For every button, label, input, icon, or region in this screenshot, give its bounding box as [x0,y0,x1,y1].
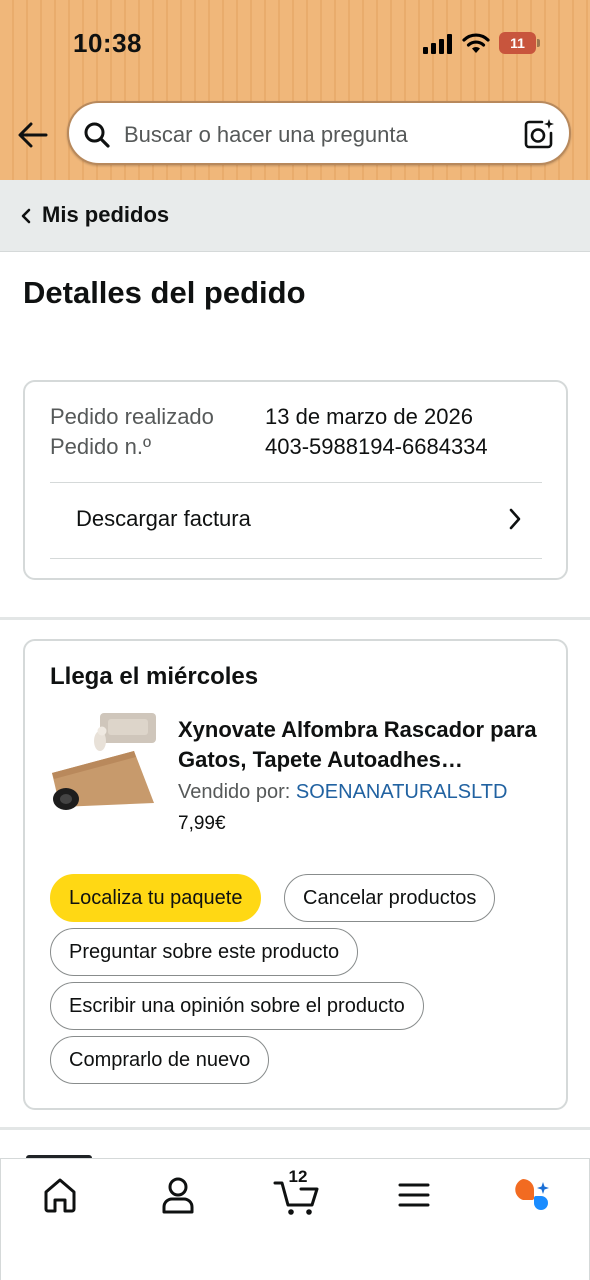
account-icon[interactable] [154,1173,202,1217]
cart-count-badge: 12 [288,1167,308,1186]
chevron-right-icon [509,508,521,530]
download-invoice-row[interactable]: Descargar factura [50,482,542,558]
menu-icon[interactable] [390,1173,438,1217]
seller-line: Vendido por: SOENANATURALSLTD [178,781,507,804]
cancel-items-button[interactable]: Cancelar productos [284,874,496,922]
product-image[interactable] [50,711,158,819]
bottom-navigation: 12 [0,1158,590,1280]
home-icon[interactable] [36,1173,84,1217]
cart-button[interactable]: 12 [271,1167,323,1217]
search-input[interactable]: Buscar o hacer una pregunta [124,122,408,148]
camera-search-icon[interactable] [523,118,555,150]
arrival-heading: Llega el miércoles [50,663,259,690]
app-header: 10:38 11 Buscar o hacer una pregunta [0,0,590,180]
search-bar[interactable]: Buscar o hacer una pregunta [67,101,571,165]
battery-level: 11 [510,35,525,51]
search-icon [84,122,110,148]
download-invoice-label: Descargar factura [76,506,251,531]
track-package-button[interactable]: Localiza tu paquete [50,874,262,922]
ask-product-question-button[interactable]: Preguntar sobre este producto [50,928,359,976]
section-separator [0,1127,590,1130]
status-bar: 10:38 11 [0,0,590,90]
breadcrumb[interactable]: Mis pedidos [0,180,590,252]
order-number-value: 403-5988194-6684334 [265,434,488,459]
buy-again-button[interactable]: Comprarlo de nuevo [50,1036,270,1084]
divider [50,558,542,559]
section-separator [0,617,590,620]
order-placed-value: 13 de marzo de 2026 [265,404,473,429]
seller-link[interactable]: SOENANATURALSLTD [296,781,508,803]
cellular-signal-icon [423,34,452,54]
page-title: Detalles del pedido [23,275,306,310]
status-time: 10:38 [73,28,142,58]
back-arrow-icon[interactable] [16,118,50,152]
battery-icon: 11 [499,32,541,54]
ai-assistant-icon[interactable] [507,1173,555,1217]
breadcrumb-label[interactable]: Mis pedidos [42,202,169,228]
seller-prefix: Vendido por: [178,781,291,803]
order-number-label: Pedido n.º [50,434,151,459]
product-price: 7,99€ [178,813,226,834]
write-review-button[interactable]: Escribir una opinión sobre el producto [50,982,424,1030]
order-placed-label: Pedido realizado [50,404,214,429]
product-title[interactable]: Xynovate Alfombra Rascador para Gatos, T… [178,715,548,775]
wifi-icon [462,33,490,53]
shipment-card: Llega el miércoles Xynovate Alfombra Ras… [23,639,568,1110]
order-info-card: Pedido realizado 13 de marzo de 2026 Ped… [23,380,568,580]
chevron-left-icon [21,208,31,224]
